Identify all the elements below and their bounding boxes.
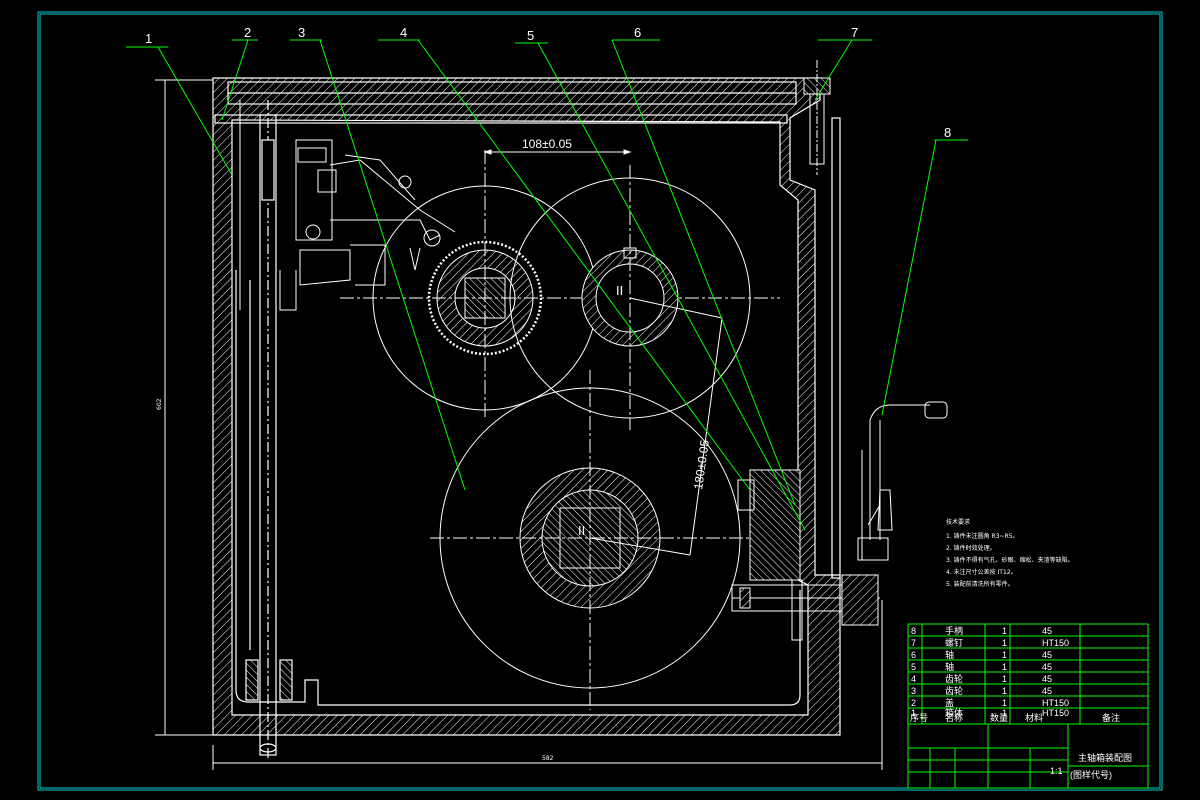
svg-text:齿轮: 齿轮 (945, 685, 963, 696)
svg-text:45: 45 (1042, 626, 1052, 636)
table-row: 8 手柄 1 45 (911, 625, 1052, 636)
svg-text:材料: 材料 (1025, 712, 1043, 723)
svg-text:手柄: 手柄 (945, 625, 963, 636)
svg-text:HT150: HT150 (1042, 698, 1069, 708)
svg-text:盖: 盖 (945, 697, 954, 708)
svg-text:HT150: HT150 (1042, 638, 1069, 648)
svg-text:4: 4 (911, 674, 916, 684)
drawing-scale: 1:1 (1050, 766, 1063, 776)
control-rod (245, 100, 293, 760)
svg-text:1: 1 (1002, 650, 1007, 660)
tech-notes-title: 技术要求 (946, 518, 970, 526)
svg-text:HT150: HT150 (1042, 708, 1069, 718)
handle (857, 401, 948, 561)
tech-note-5: 5. 装配前清洗所有零件。 (946, 580, 1014, 588)
tech-note-4: 4. 未注尺寸公差按 IT12。 (946, 568, 1017, 576)
tech-note-1: 1. 铸件未注圆角 R3~R5。 (946, 532, 1019, 540)
parts-list (907, 623, 1149, 725)
table-row: 4 齿轮 1 45 (911, 673, 1052, 684)
tech-note-2: 2. 铸件时效处理。 (946, 544, 996, 552)
dim-diagonal: 180±0.05 (691, 439, 712, 491)
balloon-1: 1 (145, 31, 152, 46)
svg-text:1: 1 (1002, 698, 1007, 708)
svg-text:螺钉: 螺钉 (945, 638, 963, 648)
svg-text:45: 45 (1042, 662, 1052, 672)
tech-notes: 技术要求 1. 铸件未注圆角 R3~R5。 2. 铸件时效处理。 3. 铸件不得… (946, 518, 1074, 588)
tech-note-3: 3. 铸件不得有气孔、砂眼、缩松、夹渣等缺陷。 (946, 556, 1074, 564)
svg-text:1: 1 (1002, 674, 1007, 684)
balloon-7: 7 (851, 25, 858, 40)
svg-text:1: 1 (1002, 662, 1007, 672)
dim-overall-width: 582 (542, 755, 554, 762)
table-row: 5 轴 1 45 (911, 661, 1052, 672)
svg-text:45: 45 (1042, 674, 1052, 684)
svg-text:7: 7 (911, 638, 916, 648)
svg-text:齿轮: 齿轮 (945, 673, 963, 684)
svg-text:1: 1 (1002, 626, 1007, 636)
svg-text:轴: 轴 (945, 649, 954, 660)
svg-text:1: 1 (1002, 638, 1007, 648)
svg-text:轴: 轴 (945, 661, 954, 672)
drawing-number: (图样代号) (1070, 769, 1112, 780)
outer-frame (37, 11, 1163, 791)
balloon-8: 8 (944, 125, 951, 140)
table-row: 6 轴 1 45 (911, 649, 1052, 660)
balloon-6: 6 (634, 25, 641, 40)
shaft-mark-lower: II (578, 523, 585, 538)
balloon-4: 4 (400, 25, 407, 40)
svg-text:数量: 数量 (990, 712, 1008, 723)
svg-text:2: 2 (911, 698, 916, 708)
parts-list-header: 序号 名称 数量 材料 备注 (910, 712, 1120, 723)
balloon-2: 2 (244, 25, 251, 40)
table-row: 3 齿轮 1 45 (911, 685, 1052, 696)
svg-text:3: 3 (911, 686, 916, 696)
shaft-mark-upper: II (616, 283, 623, 298)
svg-text:45: 45 (1042, 650, 1052, 660)
svg-text:5: 5 (911, 662, 916, 672)
svg-text:6: 6 (911, 650, 916, 660)
svg-text:序号: 序号 (910, 712, 928, 723)
screw (803, 60, 831, 175)
svg-text:8: 8 (911, 626, 916, 636)
svg-text:名称: 名称 (945, 712, 963, 723)
assembly-drawing: II II 108±0.05 180±0.05 582 602 1 2 3 4 … (37, 11, 1163, 791)
table-row: 7 螺钉 1 HT150 (911, 638, 1069, 648)
drawing-title: 主轴箱装配图 (1078, 752, 1132, 763)
balloon-3: 3 (298, 25, 305, 40)
gear-lower (430, 370, 760, 710)
housing (212, 77, 841, 736)
svg-text:备注: 备注 (1102, 712, 1120, 723)
dim-overall-height: 602 (156, 398, 163, 410)
table-row: 2 盖 1 HT150 (911, 697, 1069, 708)
svg-text:45: 45 (1042, 686, 1052, 696)
dim-horizontal: 108±0.05 (522, 137, 572, 151)
balloon-5: 5 (527, 28, 534, 43)
svg-text:1: 1 (1002, 686, 1007, 696)
